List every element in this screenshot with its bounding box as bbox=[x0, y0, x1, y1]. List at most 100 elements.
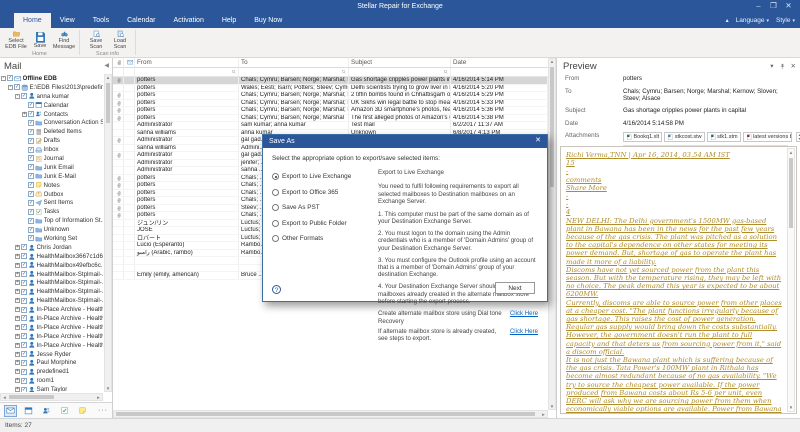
module-icon[interactable] bbox=[58, 405, 71, 417]
tree-item[interactable]: + Contacts bbox=[1, 110, 103, 119]
tree-item[interactable]: + Chris Jordan bbox=[1, 243, 103, 252]
tree-checkbox[interactable] bbox=[21, 324, 27, 331]
tree-checkbox[interactable] bbox=[28, 119, 34, 126]
tree-expander-icon[interactable]: + bbox=[15, 253, 20, 259]
help-icon[interactable]: ? bbox=[272, 285, 281, 294]
column-header-date[interactable]: Date bbox=[451, 58, 556, 67]
export-option-radio[interactable]: Export to Public Folder bbox=[272, 216, 378, 232]
scroll-right-icon[interactable]: ► bbox=[95, 394, 102, 400]
column-header-from[interactable]: From bbox=[135, 58, 239, 67]
more-modules-icon[interactable]: ··· bbox=[98, 407, 108, 414]
tree-checkbox[interactable] bbox=[28, 217, 34, 224]
tree-item[interactable]: + predefined1 bbox=[1, 367, 103, 376]
tree-checkbox[interactable] bbox=[21, 377, 27, 384]
tree-checkbox[interactable] bbox=[21, 262, 27, 269]
tree-item[interactable]: + In-Place Archive - Healthl... bbox=[1, 305, 103, 314]
tree-item[interactable]: + In-Place Archive - Healthl... bbox=[1, 314, 103, 323]
tree-expander-icon[interactable]: - bbox=[8, 84, 13, 90]
attachment-chip[interactable]: stkcost.stw bbox=[664, 132, 705, 142]
tree-item[interactable]: Working Set bbox=[1, 234, 103, 243]
scroll-up-icon[interactable]: ▲ bbox=[788, 150, 794, 155]
tree-item[interactable]: Junk Email bbox=[1, 163, 103, 172]
tree-checkbox[interactable] bbox=[28, 128, 34, 135]
preview-close-icon[interactable]: ✕ bbox=[791, 62, 796, 70]
minimize-icon[interactable]: – bbox=[751, 0, 766, 13]
menu-tab[interactable]: Help bbox=[213, 13, 245, 28]
ribbon-button[interactable]: Load Scan bbox=[108, 29, 132, 50]
sidebar-vertical-scrollbar[interactable]: ▲ ▼ bbox=[104, 74, 112, 392]
tree-checkbox[interactable] bbox=[28, 173, 34, 180]
menu-tab[interactable]: Home bbox=[14, 13, 51, 28]
scroll-right-icon[interactable]: ► bbox=[540, 411, 547, 417]
tree-checkbox[interactable] bbox=[28, 111, 34, 117]
menu-tab[interactable]: Buy Now bbox=[245, 13, 291, 28]
tree-expander-icon[interactable]: + bbox=[15, 324, 20, 330]
click-here-link[interactable]: Click Here bbox=[510, 310, 538, 325]
module-icon[interactable] bbox=[76, 405, 89, 417]
tree-expander-icon[interactable]: - bbox=[15, 93, 20, 99]
tree-expander-icon[interactable]: + bbox=[15, 342, 20, 348]
tree-checkbox[interactable] bbox=[21, 351, 27, 358]
tree-expander-icon[interactable]: + bbox=[22, 111, 27, 117]
pin-icon[interactable] bbox=[779, 63, 786, 70]
tree-checkbox[interactable] bbox=[21, 279, 27, 286]
radio-icon[interactable] bbox=[272, 235, 279, 243]
tree-item[interactable]: + room1 bbox=[1, 376, 103, 385]
tree-expander-icon[interactable]: + bbox=[15, 298, 20, 304]
tree-checkbox[interactable] bbox=[28, 226, 34, 233]
export-option-radio[interactable]: Other Formats bbox=[272, 231, 378, 247]
table-row[interactable]: potters Chals; Cymru; Barsen; Norge; Mar… bbox=[113, 77, 548, 85]
scroll-up-icon[interactable]: ▲ bbox=[549, 59, 555, 64]
tree-checkbox[interactable] bbox=[28, 208, 34, 215]
tree-expander-icon[interactable]: + bbox=[15, 262, 20, 268]
maximize-icon[interactable]: ❐ bbox=[766, 0, 781, 13]
tree-checkbox[interactable] bbox=[21, 333, 27, 340]
language-menu[interactable]: Language bbox=[736, 17, 769, 24]
tree-checkbox[interactable] bbox=[28, 164, 34, 171]
attachment-spinner[interactable]: ▲ ▼ bbox=[795, 132, 800, 142]
tree-checkbox[interactable] bbox=[28, 235, 34, 242]
tree-item[interactable]: Drafts bbox=[1, 136, 103, 145]
tree-item[interactable]: Unknown bbox=[1, 225, 103, 234]
tree-item[interactable]: Tasks bbox=[1, 207, 103, 216]
tree-item[interactable]: Inbox bbox=[1, 145, 103, 154]
table-row[interactable]: potters Chals; Cymru; Barsen; Norge; Mar… bbox=[113, 107, 548, 115]
tree-expander-icon[interactable]: + bbox=[15, 369, 20, 375]
tree-checkbox[interactable] bbox=[21, 271, 27, 278]
tree-item[interactable]: + HealthMailbox-Stplmail-... bbox=[1, 296, 103, 305]
scroll-down-icon[interactable]: ▼ bbox=[549, 404, 555, 409]
tree-item[interactable]: + In-Place Archive - Healthl... bbox=[1, 332, 103, 341]
filter-date[interactable] bbox=[451, 68, 556, 76]
filter-from[interactable] bbox=[135, 68, 239, 76]
tree-checkbox[interactable] bbox=[21, 244, 27, 251]
tree-checkbox[interactable] bbox=[21, 359, 27, 366]
table-row[interactable]: potters Wales; Eesti; Isarn; Potters; St… bbox=[113, 84, 548, 92]
ribbon-button[interactable]: Find Message bbox=[52, 29, 76, 50]
preview-menu-caret-icon[interactable]: ▾ bbox=[770, 62, 773, 70]
tree-checkbox[interactable] bbox=[21, 368, 27, 375]
tree-expander-icon[interactable]: + bbox=[15, 378, 20, 384]
attachment-chip[interactable]: stk1.stm bbox=[706, 132, 741, 142]
radio-icon[interactable] bbox=[272, 219, 279, 227]
tree-item[interactable]: Top of Information St... bbox=[1, 216, 103, 225]
tree-item[interactable]: + In-Place Archive - Healthl... bbox=[1, 341, 103, 350]
menu-tab[interactable]: Calendar bbox=[118, 13, 164, 28]
tree-item[interactable]: - Offline EDB bbox=[1, 74, 103, 83]
radio-icon[interactable] bbox=[272, 188, 279, 196]
tree-item[interactable]: Junk E-Mail bbox=[1, 172, 103, 181]
scroll-down-icon[interactable]: ▼ bbox=[788, 405, 794, 410]
ribbon-button[interactable]: Save bbox=[28, 29, 52, 50]
tree-checkbox[interactable] bbox=[14, 84, 20, 91]
tree-item[interactable]: Outbox bbox=[1, 190, 103, 199]
tree-checkbox[interactable] bbox=[28, 182, 34, 189]
column-header-subject[interactable]: Subject bbox=[349, 58, 451, 67]
ribbon-button[interactable]: Save Scan bbox=[84, 29, 108, 50]
tree-item[interactable]: Conversation Action S... bbox=[1, 118, 103, 127]
menu-tab[interactable]: Tools bbox=[84, 13, 118, 28]
tree-checkbox[interactable] bbox=[21, 297, 27, 304]
export-option-radio[interactable]: Save As PST bbox=[272, 200, 378, 216]
radio-icon[interactable] bbox=[272, 173, 279, 181]
tree-checkbox[interactable] bbox=[28, 199, 34, 206]
tree-checkbox[interactable] bbox=[28, 191, 34, 198]
module-icon[interactable] bbox=[22, 405, 35, 417]
